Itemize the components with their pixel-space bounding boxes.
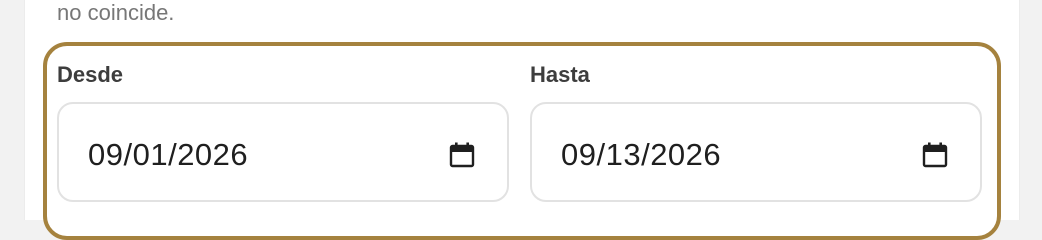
validation-help-text: no coincide. xyxy=(57,0,175,25)
from-date-value: 09/01/2026 xyxy=(88,137,249,172)
to-date-label: Hasta xyxy=(530,62,590,87)
from-date-label: Desde xyxy=(57,62,124,87)
calendar-icon[interactable] xyxy=(922,142,948,168)
to-date-input[interactable]: 09/13/2026 xyxy=(530,102,982,202)
from-date-input[interactable]: 09/01/2026 xyxy=(57,102,509,202)
calendar-icon[interactable] xyxy=(449,142,475,168)
to-date-value: 09/13/2026 xyxy=(561,137,722,172)
